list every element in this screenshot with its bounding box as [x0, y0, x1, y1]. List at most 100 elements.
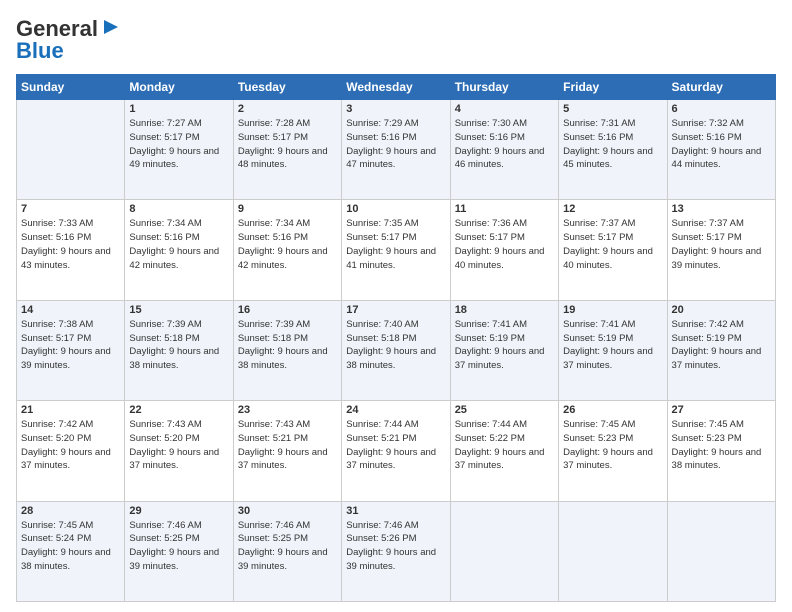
calendar-table: SundayMondayTuesdayWednesdayThursdayFrid… [16, 74, 776, 602]
calendar-day-cell: 12Sunrise: 7:37 AMSunset: 5:17 PMDayligh… [559, 200, 667, 300]
day-info: Sunrise: 7:45 AMSunset: 5:23 PMDaylight:… [563, 418, 662, 473]
day-info: Sunrise: 7:35 AMSunset: 5:17 PMDaylight:… [346, 217, 445, 272]
day-info: Sunrise: 7:38 AMSunset: 5:17 PMDaylight:… [21, 318, 120, 373]
day-number: 17 [346, 304, 445, 316]
calendar-day-cell: 18 Sunrise: 7:41 AMSunset: 5:19 PMDayligh… [450, 300, 558, 400]
calendar-week-row: 14 Sunrise: 7:38 AMSunset: 5:17 PMDayligh… [17, 300, 776, 400]
calendar-day-cell: 14 Sunrise: 7:38 AMSunset: 5:17 PMDayligh… [17, 300, 125, 400]
day-number: 29 [129, 505, 228, 517]
day-info: Sunrise: 7:45 AMSunset: 5:23 PMDaylight:… [672, 418, 771, 473]
day-number: 27 [672, 404, 771, 416]
calendar-day-cell [450, 501, 558, 601]
day-number: 11 [455, 203, 554, 215]
day-number: 26 [563, 404, 662, 416]
day-number: 20 [672, 304, 771, 316]
logo: General Blue [16, 16, 122, 64]
day-number: 15 [129, 304, 228, 316]
weekday-label: Thursday [450, 75, 558, 100]
day-number: 21 [21, 404, 120, 416]
calendar-day-cell: 3 Sunrise: 7:29 AMSunset: 5:16 PMDaylight… [342, 100, 450, 200]
day-info: Sunrise: 7:39 AMSunset: 5:18 PMDaylight:… [129, 318, 228, 373]
calendar-day-cell: 16 Sunrise: 7:39 AMSunset: 5:18 PMDayligh… [233, 300, 341, 400]
day-number: 12 [563, 203, 662, 215]
calendar-day-cell: 13 Sunrise: 7:37 AMSunset: 5:17 PMDayligh… [667, 200, 775, 300]
day-number: 10 [346, 203, 445, 215]
day-number: 7 [21, 203, 120, 215]
day-number: 18 [455, 304, 554, 316]
calendar-week-row: 21 Sunrise: 7:42 AMSunset: 5:20 PMDayligh… [17, 401, 776, 501]
day-info: Sunrise: 7:37 AMSunset: 5:17 PMDaylight:… [672, 217, 771, 272]
day-info: Sunrise: 7:29 AMSunset: 5:16 PMDaylight:… [346, 117, 445, 172]
calendar-day-cell: 30 Sunrise: 7:46 AMSunset: 5:25 PMDayligh… [233, 501, 341, 601]
day-number: 5 [563, 103, 662, 115]
day-info: Sunrise: 7:39 AMSunset: 5:18 PMDaylight:… [238, 318, 337, 373]
calendar-day-cell: 4 Sunrise: 7:30 AMSunset: 5:16 PMDaylight… [450, 100, 558, 200]
day-number: 14 [21, 304, 120, 316]
day-info: Sunrise: 7:46 AMSunset: 5:25 PMDaylight:… [238, 519, 337, 574]
weekday-label: Sunday [17, 75, 125, 100]
day-number: 16 [238, 304, 337, 316]
day-number: 13 [672, 203, 771, 215]
day-info: Sunrise: 7:36 AMSunset: 5:17 PMDaylight:… [455, 217, 554, 272]
day-info: Sunrise: 7:46 AMSunset: 5:25 PMDaylight:… [129, 519, 228, 574]
calendar-day-cell: 6 Sunrise: 7:32 AMSunset: 5:16 PMDaylight… [667, 100, 775, 200]
calendar-day-cell: 23 Sunrise: 7:43 AMSunset: 5:21 PMDayligh… [233, 401, 341, 501]
day-number: 3 [346, 103, 445, 115]
day-info: Sunrise: 7:43 AMSunset: 5:21 PMDaylight:… [238, 418, 337, 473]
calendar-day-cell: 24 Sunrise: 7:44 AMSunset: 5:21 PMDayligh… [342, 401, 450, 501]
day-info: Sunrise: 7:32 AMSunset: 5:16 PMDaylight:… [672, 117, 771, 172]
day-number: 28 [21, 505, 120, 517]
calendar-day-cell: 9 Sunrise: 7:34 AMSunset: 5:16 PMDaylight… [233, 200, 341, 300]
weekday-label: Saturday [667, 75, 775, 100]
calendar-day-cell: 10 Sunrise: 7:35 AMSunset: 5:17 PMDayligh… [342, 200, 450, 300]
calendar-day-cell: 8 Sunrise: 7:34 AMSunset: 5:16 PMDaylight… [125, 200, 233, 300]
day-info: Sunrise: 7:42 AMSunset: 5:20 PMDaylight:… [21, 418, 120, 473]
day-info: Sunrise: 7:28 AMSunset: 5:17 PMDaylight:… [238, 117, 337, 172]
day-info: Sunrise: 7:42 AMSunset: 5:19 PMDaylight:… [672, 318, 771, 373]
day-info: Sunrise: 7:44 AMSunset: 5:21 PMDaylight:… [346, 418, 445, 473]
calendar-day-cell: 20 Sunrise: 7:42 AMSunset: 5:19 PMDayligh… [667, 300, 775, 400]
calendar-body: 1Sunrise: 7:27 AMSunset: 5:17 PMDaylight… [17, 100, 776, 602]
calendar-day-cell: 26 Sunrise: 7:45 AMSunset: 5:23 PMDayligh… [559, 401, 667, 501]
day-info: Sunrise: 7:34 AMSunset: 5:16 PMDaylight:… [238, 217, 337, 272]
day-info: Sunrise: 7:41 AMSunset: 5:19 PMDaylight:… [455, 318, 554, 373]
day-info: Sunrise: 7:46 AMSunset: 5:26 PMDaylight:… [346, 519, 445, 574]
logo-icon [100, 16, 122, 38]
calendar-day-cell: 1Sunrise: 7:27 AMSunset: 5:17 PMDaylight… [125, 100, 233, 200]
day-number: 9 [238, 203, 337, 215]
calendar-day-cell [17, 100, 125, 200]
calendar-day-cell [667, 501, 775, 601]
day-info: Sunrise: 7:44 AMSunset: 5:22 PMDaylight:… [455, 418, 554, 473]
day-info: Sunrise: 7:30 AMSunset: 5:16 PMDaylight:… [455, 117, 554, 172]
calendar-day-cell: 27 Sunrise: 7:45 AMSunset: 5:23 PMDayligh… [667, 401, 775, 501]
calendar-day-cell: 15 Sunrise: 7:39 AMSunset: 5:18 PMDayligh… [125, 300, 233, 400]
day-info: Sunrise: 7:45 AMSunset: 5:24 PMDaylight:… [21, 519, 120, 574]
weekday-label: Tuesday [233, 75, 341, 100]
weekday-label: Monday [125, 75, 233, 100]
calendar-day-cell: 5Sunrise: 7:31 AMSunset: 5:16 PMDaylight… [559, 100, 667, 200]
day-info: Sunrise: 7:43 AMSunset: 5:20 PMDaylight:… [129, 418, 228, 473]
day-number: 23 [238, 404, 337, 416]
calendar-day-cell [559, 501, 667, 601]
day-number: 2 [238, 103, 337, 115]
day-number: 25 [455, 404, 554, 416]
calendar-day-cell: 17Sunrise: 7:40 AMSunset: 5:18 PMDayligh… [342, 300, 450, 400]
day-number: 24 [346, 404, 445, 416]
day-info: Sunrise: 7:34 AMSunset: 5:16 PMDaylight:… [129, 217, 228, 272]
weekday-label: Friday [559, 75, 667, 100]
calendar-day-cell: 29 Sunrise: 7:46 AMSunset: 5:25 PMDayligh… [125, 501, 233, 601]
day-number: 30 [238, 505, 337, 517]
calendar-day-cell: 25 Sunrise: 7:44 AMSunset: 5:22 PMDayligh… [450, 401, 558, 501]
calendar-day-cell: 21 Sunrise: 7:42 AMSunset: 5:20 PMDayligh… [17, 401, 125, 501]
calendar-day-cell: 19Sunrise: 7:41 AMSunset: 5:19 PMDayligh… [559, 300, 667, 400]
day-number: 8 [129, 203, 228, 215]
day-number: 6 [672, 103, 771, 115]
calendar-day-cell: 22Sunrise: 7:43 AMSunset: 5:20 PMDayligh… [125, 401, 233, 501]
day-number: 31 [346, 505, 445, 517]
calendar-day-cell: 11 Sunrise: 7:36 AMSunset: 5:17 PMDayligh… [450, 200, 558, 300]
weekday-label: Wednesday [342, 75, 450, 100]
calendar-day-cell: 2 Sunrise: 7:28 AMSunset: 5:17 PMDaylight… [233, 100, 341, 200]
day-number: 1 [129, 103, 228, 115]
page-header: General Blue [16, 16, 776, 64]
day-number: 4 [455, 103, 554, 115]
